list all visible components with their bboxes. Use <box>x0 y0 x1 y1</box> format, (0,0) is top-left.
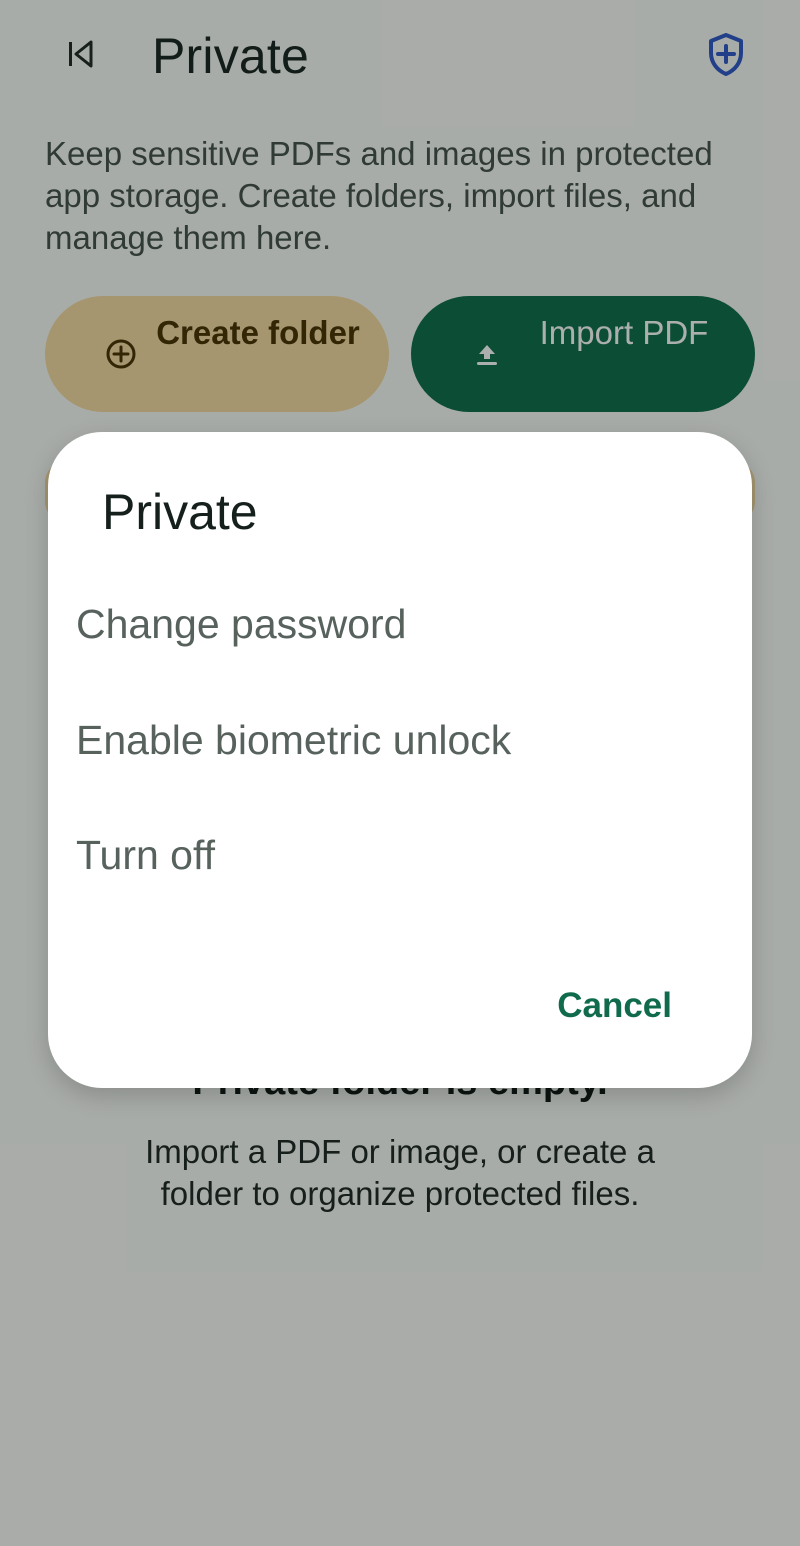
enable-biometric-unlock-option[interactable]: Enable biometric unlock <box>48 694 752 786</box>
dialog-title: Private <box>102 484 258 540</box>
change-password-label: Change password <box>76 601 407 647</box>
cancel-button[interactable]: Cancel <box>557 981 672 1031</box>
change-password-option[interactable]: Change password <box>48 578 752 670</box>
turn-off-option[interactable]: Turn off <box>48 809 752 901</box>
turn-off-label: Turn off <box>76 832 216 878</box>
enable-biometric-unlock-label: Enable biometric unlock <box>76 717 512 763</box>
private-options-dialog: Private Change password Enable biometric… <box>48 432 752 1088</box>
